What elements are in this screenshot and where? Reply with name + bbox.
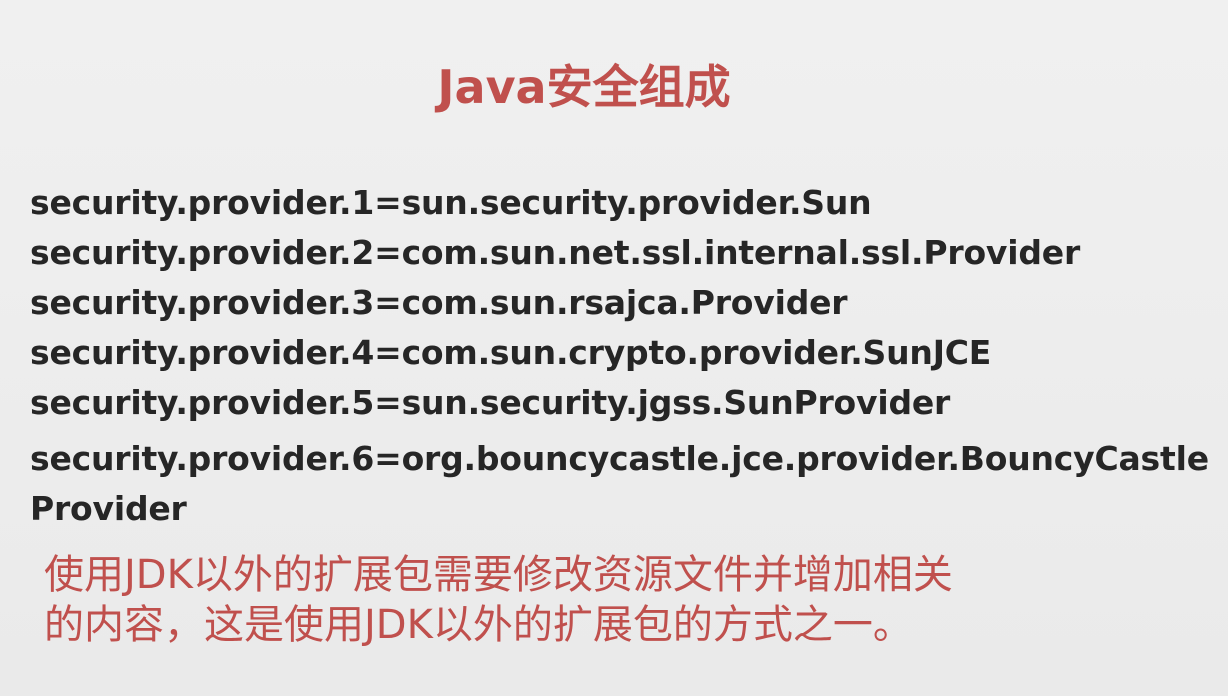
provider-line-4: security.provider.4=com.sun.crypto.provi… <box>30 333 992 372</box>
note-line-1: 使用JDK以外的扩展包需要修改资源文件并增加相关 <box>44 552 953 598</box>
note: 使用JDK以外的扩展包需要修改资源文件并增加相关 的内容，这是使用JDK以外的扩… <box>44 550 1174 650</box>
provider-line-5: security.provider.5=sun.security.jgss.Su… <box>30 383 951 422</box>
slide: Java安全组成 security.provider.1=sun.securit… <box>0 0 1228 696</box>
provider-line-3: security.provider.3=com.sun.rsajca.Provi… <box>30 283 848 322</box>
provider-line-6: security.provider.6=org.bouncycastle.jce… <box>30 439 1209 528</box>
provider-line-1: security.provider.1=sun.security.provide… <box>30 183 872 222</box>
note-line-2: 的内容，这是使用JDK以外的扩展包的方式之一。 <box>44 602 913 648</box>
provider-line-2: security.provider.2=com.sun.net.ssl.inte… <box>30 233 1081 272</box>
provider-list: security.provider.1=sun.security.provide… <box>30 178 1225 534</box>
slide-title: Java安全组成 <box>437 60 731 114</box>
